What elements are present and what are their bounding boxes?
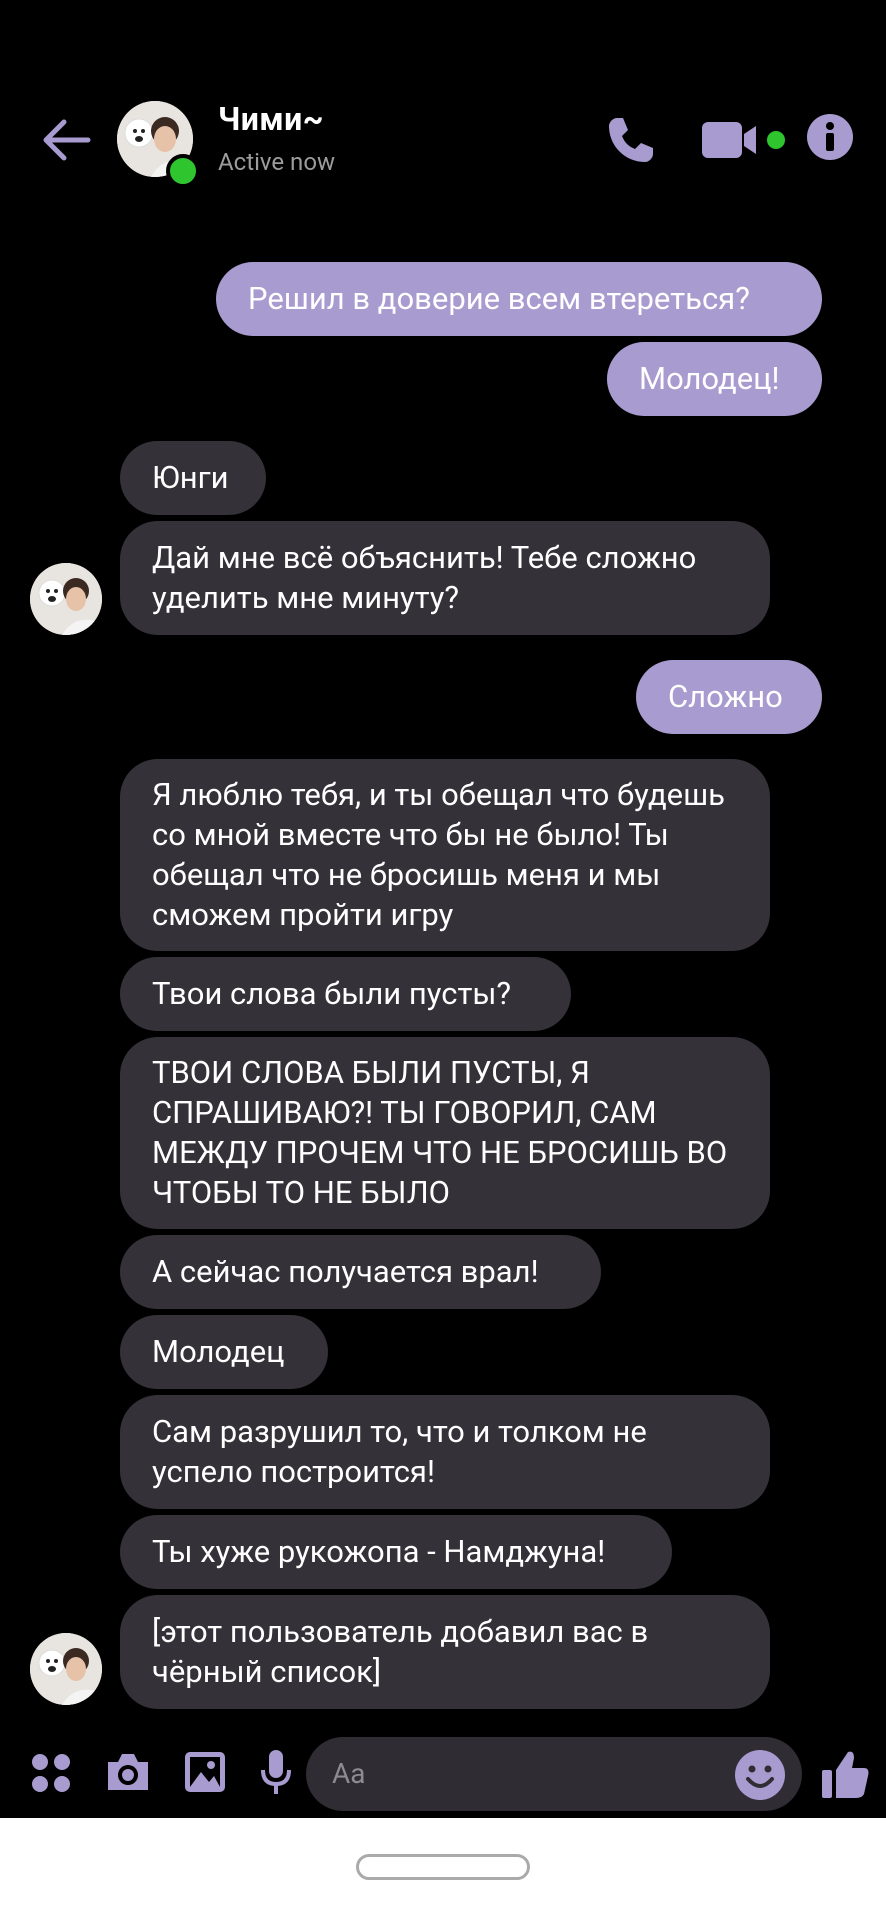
camera-icon[interactable] xyxy=(104,1750,152,1794)
message-outgoing[interactable]: Молодец! xyxy=(607,342,822,416)
info-icon[interactable] xyxy=(806,113,854,161)
message-incoming[interactable]: Твои слова были пусты? xyxy=(120,957,571,1031)
apps-grid-icon[interactable] xyxy=(30,1752,72,1794)
chat-header: Чими~ Active now xyxy=(0,0,886,230)
message-input-placeholder: Aa xyxy=(332,1757,366,1790)
message-incoming[interactable]: ТВОИ СЛОВА БЫЛИ ПУСТЫ, Я СПРАШИВАЮ?! ТЫ … xyxy=(120,1037,770,1229)
system-nav-bar xyxy=(0,1818,886,1920)
gallery-icon[interactable] xyxy=(183,1750,227,1794)
video-camera-icon[interactable] xyxy=(700,118,790,162)
message-incoming[interactable]: А сейчас получается врал! xyxy=(120,1235,601,1309)
message-incoming[interactable]: Юнги xyxy=(120,441,266,515)
microphone-icon[interactable] xyxy=(260,1748,292,1796)
message-input[interactable]: Aa xyxy=(306,1737,802,1811)
message-outgoing[interactable]: Сложно xyxy=(636,660,822,734)
message-incoming[interactable]: Молодец xyxy=(120,1315,328,1389)
phone-icon[interactable] xyxy=(603,112,659,168)
message-incoming[interactable]: Дай мне всё объяснить! Тебе сложно удели… xyxy=(120,521,770,635)
sender-avatar[interactable] xyxy=(30,563,102,635)
thumbs-up-icon[interactable] xyxy=(820,1748,870,1800)
message-incoming[interactable]: [этот пользователь добавил вас в чёрный … xyxy=(120,1595,770,1709)
contact-name[interactable]: Чими~ xyxy=(218,100,324,138)
message-incoming[interactable]: Сам разрушил то, что и толком не успело … xyxy=(120,1395,770,1509)
message-incoming[interactable]: Я люблю тебя, и ты обещал что будешь со … xyxy=(120,759,770,951)
back-arrow-icon[interactable] xyxy=(38,112,94,168)
message-outgoing[interactable]: Решил в доверие всем втереться? xyxy=(216,262,822,336)
sender-avatar[interactable] xyxy=(30,1633,102,1705)
message-incoming[interactable]: Ты хуже рукожопа - Намджуна! xyxy=(120,1515,672,1589)
online-indicator xyxy=(166,154,200,188)
emoji-icon[interactable] xyxy=(734,1749,786,1801)
home-gesture-handle[interactable] xyxy=(356,1854,530,1880)
active-status: Active now xyxy=(218,148,336,176)
